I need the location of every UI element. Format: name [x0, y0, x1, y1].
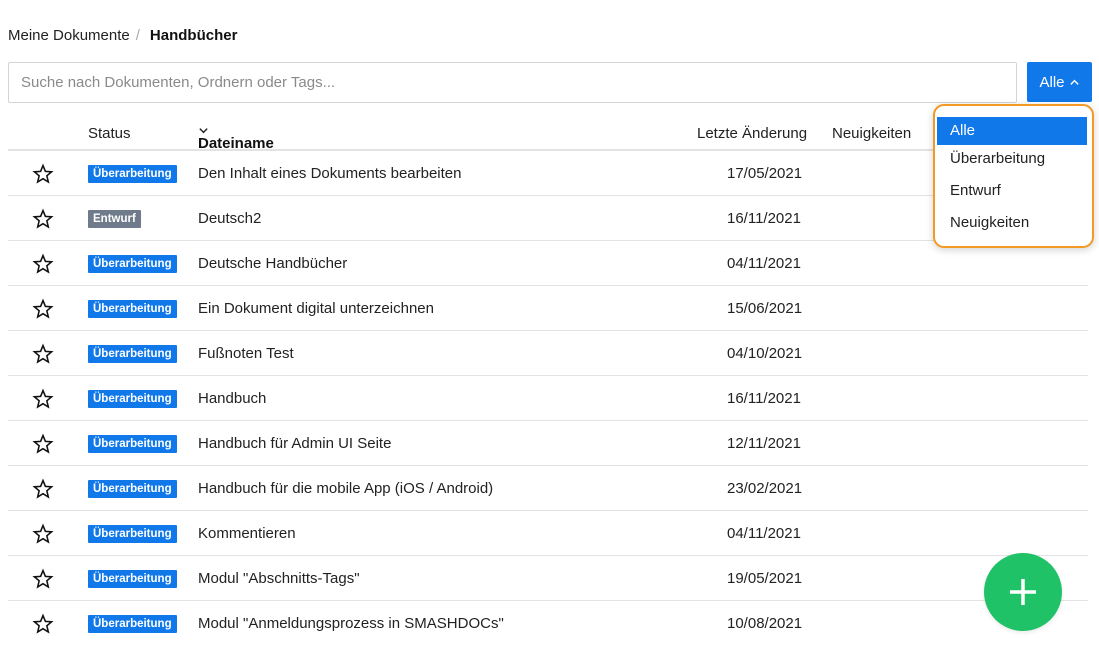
breadcrumb: Meine Dokumente / Handbücher [8, 27, 237, 44]
document-name[interactable]: Den Inhalt eines Dokuments bearbeiten [198, 165, 462, 182]
star-icon[interactable] [32, 523, 54, 545]
document-name[interactable]: Modul "Anmeldungsprozess in SMASHDOCs" [198, 615, 504, 632]
star-icon[interactable] [32, 298, 54, 320]
table-header: Status Dateiname Letzte Änderung Neuigke… [8, 115, 1088, 152]
last-modified-date: 15/06/2021 [727, 300, 803, 317]
last-modified-date: 12/11/2021 [727, 435, 801, 452]
star-icon[interactable] [32, 388, 54, 410]
status-badge: Überarbeitung [88, 570, 177, 588]
status-badge: Überarbeitung [88, 615, 177, 633]
breadcrumb-separator: / [135, 27, 140, 44]
column-header-status: Status [88, 125, 131, 142]
column-header-news: Neuigkeiten [832, 125, 912, 142]
status-badge: Überarbeitung [88, 165, 177, 183]
star-icon[interactable] [32, 568, 54, 590]
filter-option[interactable]: Entwurf [937, 177, 1087, 209]
document-name[interactable]: Ein Dokument digital unterzeichnen [198, 300, 434, 317]
status-filter-label: Alle [1039, 73, 1065, 91]
status-filter-button[interactable]: Alle [1027, 62, 1092, 102]
plus-icon [1010, 579, 1036, 605]
column-header-date[interactable]: Letzte Änderung [697, 125, 807, 142]
status-badge: Überarbeitung [88, 255, 177, 273]
last-modified-date: 04/11/2021 [727, 255, 801, 272]
last-modified-date: 04/10/2021 [727, 345, 803, 362]
status-filter-dropdown: Alle Überarbeitung Entwurf Neuigkeiten [933, 104, 1094, 248]
table-row[interactable]: Überarbeitung Deutsche Handbücher 04/11/20… [8, 241, 1088, 286]
filter-option[interactable]: Alle [937, 117, 1087, 145]
table-row[interactable]: Überarbeitung Fußnoten Test 04/10/2021 [8, 331, 1088, 376]
table-row[interactable]: Überarbeitung Handbuch 16/11/2021 [8, 376, 1088, 421]
star-icon[interactable] [32, 613, 54, 635]
column-header-name[interactable]: Dateiname [198, 125, 274, 152]
status-badge: Überarbeitung [88, 345, 177, 363]
table-row[interactable]: Überarbeitung Handbuch für die mobile App… [8, 466, 1088, 511]
table-row[interactable]: Entwurf Deutsch2 16/11/2021 [8, 196, 1088, 241]
star-icon[interactable] [32, 253, 54, 275]
star-icon[interactable] [32, 208, 54, 230]
document-name[interactable]: Fußnoten Test [198, 345, 294, 362]
document-name[interactable]: Deutsche Handbücher [198, 255, 347, 272]
status-badge: Entwurf [88, 210, 141, 228]
last-modified-date: 04/11/2021 [727, 525, 801, 542]
document-name[interactable]: Deutsch2 [198, 210, 261, 227]
last-modified-date: 16/11/2021 [727, 390, 801, 407]
star-icon[interactable] [32, 343, 54, 365]
chevron-up-icon [1069, 79, 1079, 85]
document-list: Überarbeitung Den Inhalt eines Dokuments … [8, 151, 1088, 645]
table-row[interactable]: Überarbeitung Den Inhalt eines Dokuments … [8, 151, 1088, 196]
breadcrumb-root[interactable]: Meine Dokumente [8, 27, 130, 44]
status-badge: Überarbeitung [88, 435, 177, 453]
last-modified-date: 16/11/2021 [727, 210, 801, 227]
star-icon[interactable] [32, 163, 54, 185]
document-name[interactable]: Kommentieren [198, 525, 296, 542]
star-icon[interactable] [32, 478, 54, 500]
status-badge: Überarbeitung [88, 300, 177, 318]
add-document-button[interactable] [984, 553, 1062, 631]
filter-option[interactable]: Neuigkeiten [937, 209, 1087, 241]
last-modified-date: 19/05/2021 [727, 570, 803, 587]
table-row[interactable]: Überarbeitung Modul "Abschnitts-Tags" 19/0… [8, 556, 1088, 601]
table-row[interactable]: Überarbeitung Modul "Anmeldungsprozess in… [8, 601, 1088, 645]
document-name[interactable]: Handbuch [198, 390, 266, 407]
table-row[interactable]: Überarbeitung Kommentieren 04/11/2021 [8, 511, 1088, 556]
status-badge: Überarbeitung [88, 525, 177, 543]
status-badge: Überarbeitung [88, 480, 177, 498]
last-modified-date: 17/05/2021 [727, 165, 803, 182]
column-header-name-label: Dateiname [198, 135, 274, 152]
search-input[interactable] [8, 62, 1017, 103]
document-name[interactable]: Modul "Abschnitts-Tags" [198, 570, 360, 587]
document-name[interactable]: Handbuch für Admin UI Seite [198, 435, 391, 452]
filter-option[interactable]: Überarbeitung [937, 145, 1087, 177]
document-name[interactable]: Handbuch für die mobile App (iOS / Andro… [198, 480, 493, 497]
status-badge: Überarbeitung [88, 390, 177, 408]
breadcrumb-current: Handbücher [149, 27, 238, 44]
table-row[interactable]: Überarbeitung Handbuch für Admin UI Seite… [8, 421, 1088, 466]
last-modified-date: 23/02/2021 [727, 480, 803, 497]
last-modified-date: 10/08/2021 [727, 615, 803, 632]
star-icon[interactable] [32, 433, 54, 455]
table-row[interactable]: Überarbeitung Ein Dokument digital unterz… [8, 286, 1088, 331]
